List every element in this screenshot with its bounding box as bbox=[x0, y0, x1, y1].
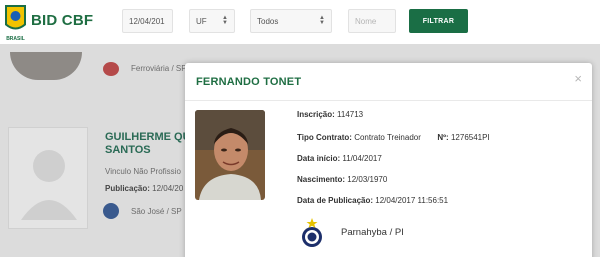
birth-date-row: Nascimento: 12/03/1970 bbox=[297, 175, 387, 184]
date-value: 12/04/201 bbox=[129, 16, 165, 26]
inscricao-value: 114713 bbox=[337, 110, 364, 119]
name-search-input[interactable]: Nome bbox=[348, 9, 396, 33]
publication-label: Publicação: bbox=[105, 184, 150, 193]
club-badge-icon bbox=[103, 203, 119, 219]
divider bbox=[185, 100, 592, 101]
close-icon[interactable]: × bbox=[574, 71, 582, 86]
contract-type-value: Contrato Treinador bbox=[354, 133, 421, 142]
player-photo bbox=[195, 110, 265, 200]
list-item-contract: Vinculo Não Profissio bbox=[105, 167, 181, 176]
list-item-publication: Publicação: 12/04/20 bbox=[105, 184, 183, 193]
publication-row: Data de Publicação: 12/04/2017 11:56:51 bbox=[297, 196, 448, 205]
birth-date-value: 12/03/1970 bbox=[347, 175, 388, 184]
uf-select[interactable]: UF ▲ ▼ bbox=[189, 9, 235, 33]
list-item-name-line2: SANTOS bbox=[105, 144, 151, 156]
list-item-club: São José / SP bbox=[131, 207, 182, 216]
club-badge-icon bbox=[103, 62, 119, 76]
cbf-logo-icon[interactable]: BRASIL bbox=[3, 3, 28, 43]
contract-number-value: 1276541PI bbox=[450, 133, 490, 142]
inscricao-row: Inscrição: 114713 bbox=[297, 110, 363, 119]
birth-date-label: Nascimento: bbox=[297, 175, 346, 184]
name-placeholder: Nome bbox=[355, 16, 377, 26]
publication-date-label: Data de Publicação: bbox=[297, 196, 374, 205]
contract-type-label: Tipo Contrato: bbox=[297, 133, 352, 142]
category-select-value: Todos bbox=[257, 16, 279, 26]
filter-button[interactable]: FILTRAR bbox=[409, 9, 468, 33]
player-detail-modal: FERNANDO TONET × Inscrição: 114713 Tipo … bbox=[185, 63, 592, 257]
start-date-label: Data início: bbox=[297, 154, 341, 163]
publication-value: 12/04/20 bbox=[152, 184, 184, 193]
start-date-value: 11/04/2017 bbox=[342, 154, 382, 163]
start-date-row: Data início: 11/04/2017 bbox=[297, 154, 382, 163]
contract-number-label: Nº: bbox=[437, 133, 449, 142]
modal-title: FERNANDO TONET bbox=[196, 76, 302, 88]
user-silhouette-icon bbox=[21, 150, 77, 220]
avatar-placeholder bbox=[8, 127, 88, 229]
select-arrows-icon: ▲ ▼ bbox=[222, 15, 228, 26]
date-input[interactable]: 12/04/201 bbox=[122, 9, 173, 33]
list-item-name[interactable]: GUILHERME QU SANTOS bbox=[105, 131, 195, 157]
top-bar: BRASIL BID CBF 12/04/201 UF ▲ ▼ Todos ▲ ▼ … bbox=[0, 0, 600, 44]
brand-title: BID CBF bbox=[31, 12, 94, 29]
publication-date-value: 12/04/2017 11:56:51 bbox=[375, 196, 449, 205]
uf-select-value: UF bbox=[196, 16, 207, 26]
club-crest-icon bbox=[302, 218, 322, 247]
logo-text: BRASIL bbox=[6, 36, 25, 42]
list-item-name-line1: GUILHERME QU bbox=[105, 131, 191, 143]
category-select[interactable]: Todos ▲ ▼ bbox=[250, 9, 332, 33]
club-name: Parnahyba / PI bbox=[341, 227, 404, 238]
select-arrows-icon: ▲ ▼ bbox=[319, 15, 325, 26]
inscricao-label: Inscrição: bbox=[297, 110, 335, 119]
contract-row: Tipo Contrato: Contrato Treinador Nº: 12… bbox=[297, 133, 490, 142]
list-item-club: Ferroviária / SP bbox=[131, 64, 187, 73]
